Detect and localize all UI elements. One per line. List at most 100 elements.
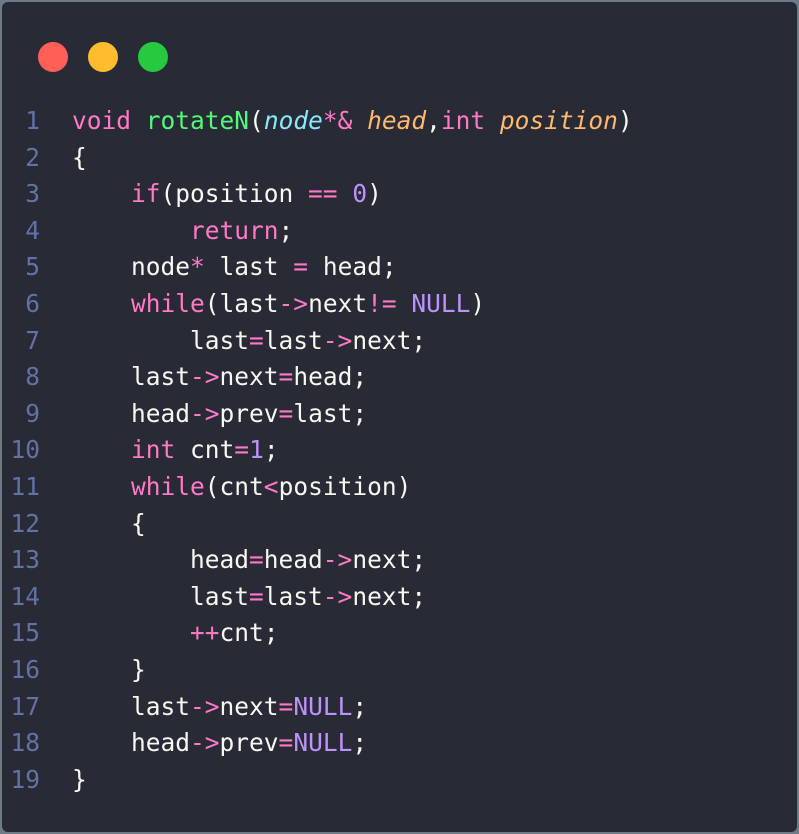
code-token: -> [322,545,353,575]
code-token: last [72,581,250,611]
code-line: 14 last=last->next; [2,579,633,616]
code-token: position [499,106,618,135]
code-token: head [367,106,427,135]
code-token: node [263,106,323,135]
code-token: next [308,288,368,318]
code-token: -> [190,398,220,428]
line-number: 12 [10,508,40,538]
code-token: -> [322,581,353,611]
code-token: } [72,654,146,684]
line-number: 2 [25,142,40,172]
code-text: last->next=NULL; [72,689,367,726]
code-text: ++cnt; [72,615,279,652]
code-token: ; [352,728,368,758]
code-token: cnt [175,435,235,465]
code-text: } [72,762,87,799]
code-line: 9 head->prev=last; [2,396,633,433]
code-token: -> [190,362,220,392]
line-number: 17 [10,691,40,721]
line-number: 14 [10,581,40,611]
line-number: 8 [25,362,40,392]
code-token: prev [219,398,279,428]
code-token: { [72,508,146,538]
code-token: ) [470,288,486,318]
code-line: 15 ++cnt; [2,615,633,652]
close-dot-icon[interactable] [38,42,68,72]
code-text: { [72,506,146,543]
code-token: 0 [352,179,368,209]
code-token: while [131,288,205,318]
code-token: last [263,581,323,611]
code-token: next [219,362,279,392]
code-text: int cnt=1; [72,432,279,469]
code-token: ; [263,435,279,465]
code-text: } [72,652,146,689]
code-token: last; [293,398,368,428]
line-number: 5 [25,252,40,282]
code-text: last=last->next; [72,323,426,360]
code-line: 8 last->next=head; [2,359,633,396]
code-text: node* last = head; [72,249,397,286]
code-token: while [131,471,205,501]
window-controls [38,42,168,72]
line-number: 9 [25,398,40,428]
code-text: while(last->next!= NULL) [72,286,485,323]
code-text: while(cnt<position) [72,469,411,506]
code-token: last [72,691,191,721]
code-token: (cnt [204,471,264,501]
code-token: ; [352,691,368,721]
code-token: prev [219,728,279,758]
code-token: last [72,325,250,355]
line-number: 6 [25,288,40,318]
code-window: 1 void rotateN(node*& head,int position) 2… [2,2,797,832]
code-token: last [204,252,294,282]
code-token: -> [278,288,309,318]
code-token: < [263,471,279,501]
maximize-dot-icon[interactable] [138,42,168,72]
code-line: 17 last->next=NULL; [2,689,633,726]
code-token: node [72,252,191,282]
code-token: = [278,728,294,758]
code-line: 12 { [2,506,633,543]
minimize-dot-icon[interactable] [88,42,118,72]
code-line: 16 } [2,652,633,689]
code-token: next; [352,325,427,355]
code-token: return [190,215,279,245]
code-token: , [426,106,441,135]
code-line: 1 void rotateN(node*& head,int position) [2,103,633,140]
code-token: 1 [249,435,264,465]
line-number: 15 [10,618,40,648]
code-token: ) [617,106,633,135]
code-token: last [263,325,323,355]
code-token: int [440,106,486,135]
code-text: head->prev=last; [72,396,367,433]
line-number: 19 [10,764,40,794]
code-token: == [308,179,338,209]
code-token: = [278,691,294,721]
line-number: 13 [10,545,40,575]
line-number: 11 [10,471,40,501]
code-line: 3 if(position == 0) [2,176,633,213]
line-number: 4 [25,215,40,245]
code-token: last [72,362,191,392]
code-token: { [72,142,87,172]
code-text: void rotateN(node*& head,int position) [72,103,633,140]
code-token: position) [278,471,412,501]
code-token: head; [308,252,397,282]
code-token: NULL [411,288,471,318]
line-number: 1 [25,106,40,135]
code-token: -> [322,325,353,355]
code-text: last->next=head; [72,359,367,396]
code-line: 18 head->prev=NULL; [2,725,633,762]
code-token: void [72,106,132,135]
code-token: rotateN [145,106,250,135]
code-token: head [72,398,191,428]
code-line: 13 head=head->next; [2,542,633,579]
code-token: head [263,545,323,575]
